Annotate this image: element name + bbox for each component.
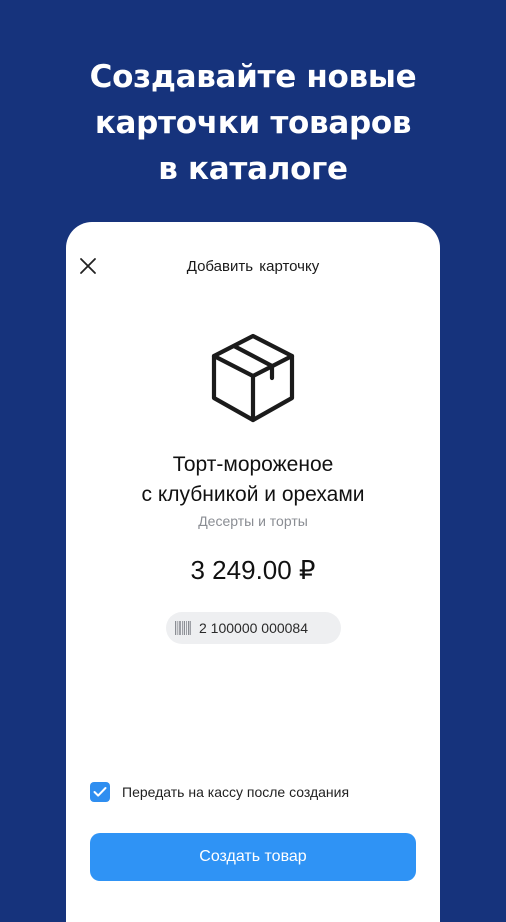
promo-title-line-3: в каталоге <box>158 151 348 187</box>
barcode-value: 2 100000 000084 <box>199 620 308 636</box>
add-card-screen: Добавить карточку Торт-мороженое с клубн… <box>66 222 440 922</box>
promo-title: Создавайте новые карточки товаров в ката… <box>0 54 506 192</box>
send-to-register-label: Передать на кассу после создания <box>122 784 350 800</box>
send-to-register-checkbox[interactable] <box>90 782 110 802</box>
promo-title-line-1: Создавайте новые <box>89 59 417 95</box>
product-name: Торт-мороженое с клубникой и орехами <box>66 450 440 510</box>
send-to-register-option[interactable]: Передать на кассу после создания <box>90 782 349 802</box>
box-icon <box>211 333 295 423</box>
promo-title-line-2: карточки товаров <box>94 105 412 141</box>
barcode-chip[interactable]: 2 100000 000084 <box>166 612 341 644</box>
checkmark-icon <box>93 787 107 797</box>
product-name-line-1: Торт-мороженое <box>172 453 334 476</box>
product-name-line-2: с клубникой и орехами <box>141 483 365 506</box>
product-price: 3 249.00 ₽ <box>190 555 316 585</box>
screen-title: Добавить карточку <box>186 258 320 275</box>
barcode-icon <box>175 621 191 635</box>
create-product-button[interactable]: Создать товар <box>90 833 416 881</box>
product-category: Десерты и торты <box>198 513 308 529</box>
